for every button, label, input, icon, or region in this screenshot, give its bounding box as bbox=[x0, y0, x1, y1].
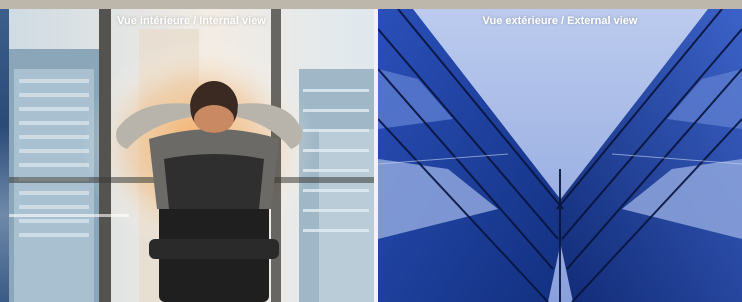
external-view-caption: Vue extérieure / External view bbox=[482, 15, 638, 27]
internal-view-illustration bbox=[9, 9, 374, 302]
internal-view-photo: Vue intérieure / Internal view bbox=[9, 9, 374, 302]
external-view-illustration bbox=[378, 9, 742, 302]
left-edge-image-strip bbox=[0, 9, 9, 302]
internal-view-caption: Vue intérieure / Internal view bbox=[117, 15, 266, 27]
top-bar bbox=[0, 0, 742, 9]
external-view-photo: Vue extérieure / External view bbox=[378, 9, 742, 302]
